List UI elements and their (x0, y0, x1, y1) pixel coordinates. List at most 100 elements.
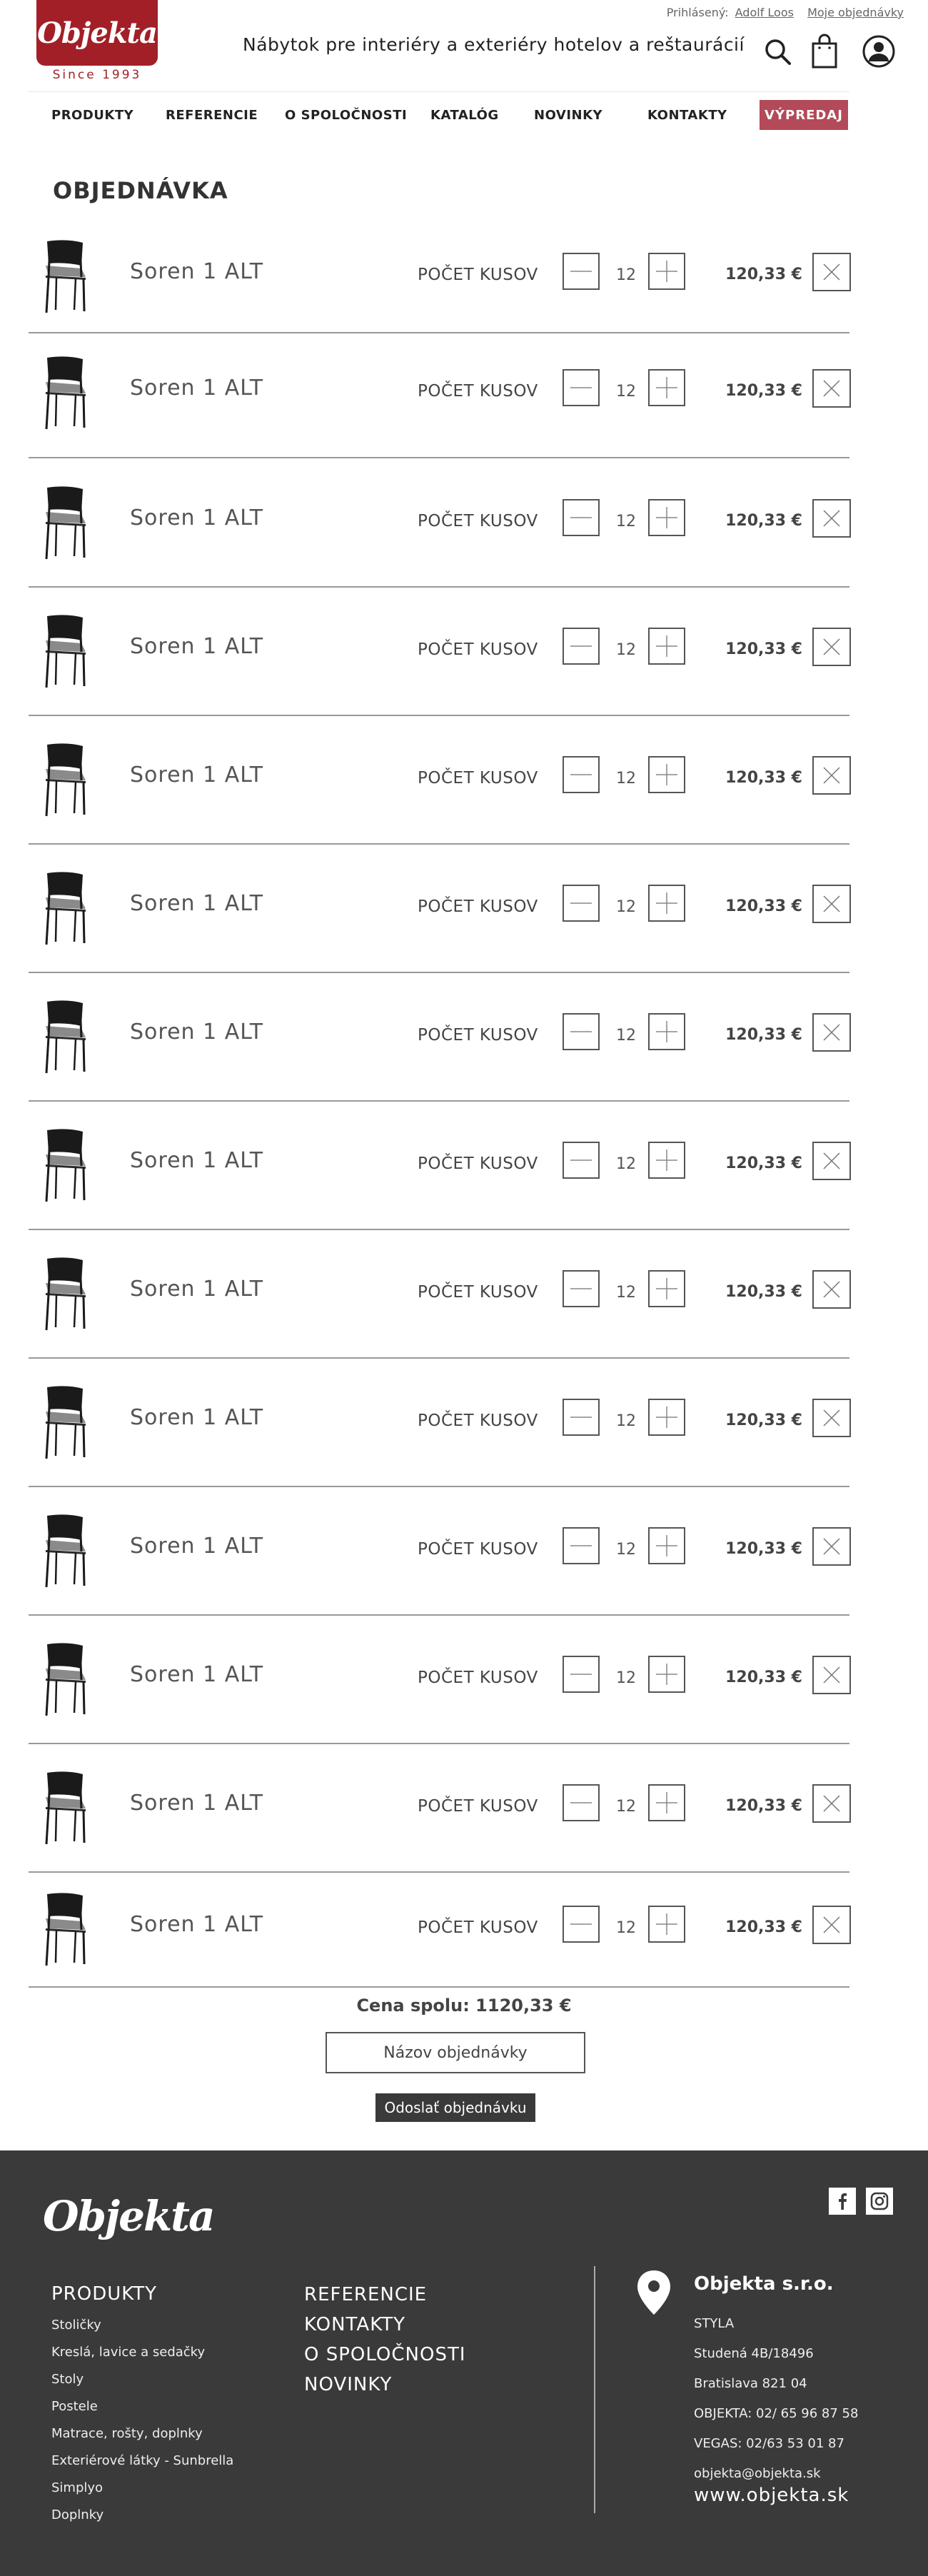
cart-icon[interactable] (807, 31, 842, 71)
product-name[interactable]: Soren 1 ALT (130, 1020, 263, 1045)
quantity-value[interactable]: 12 (605, 641, 647, 659)
product-name[interactable]: Soren 1 ALT (130, 505, 263, 530)
quantity-decrease-button[interactable] (563, 756, 600, 793)
quantity-decrease-button[interactable] (563, 1656, 600, 1693)
submit-order-button[interactable]: Odoslať objednávku (375, 2093, 535, 2122)
product-name[interactable]: Soren 1 ALT (130, 1791, 263, 1816)
quantity-value[interactable]: 12 (605, 1669, 647, 1687)
remove-item-button[interactable] (812, 1013, 851, 1052)
quantity-increase-button[interactable] (648, 1527, 685, 1564)
quantity-decrease-button[interactable] (563, 1013, 600, 1050)
quantity-value[interactable]: 12 (605, 770, 647, 788)
quantity-value[interactable]: 12 (605, 1027, 647, 1045)
footer-products-title[interactable]: PRODUKTY (51, 2283, 157, 2305)
footer-product-link[interactable]: Kreslá, lavice a sedačky (51, 2339, 233, 2366)
quantity-increase-button[interactable] (648, 1906, 685, 1943)
quantity-increase-button[interactable] (648, 369, 685, 406)
footer-product-link[interactable]: Exteriérové látky - Sunbrella (51, 2447, 233, 2475)
nav-item-vypredaj[interactable]: VÝPREDAJ (760, 100, 848, 130)
quantity-decrease-button[interactable] (563, 1527, 600, 1564)
footer-product-link[interactable]: Stoličky (51, 2312, 233, 2339)
quantity-value[interactable]: 12 (605, 1155, 647, 1173)
quantity-decrease-button[interactable] (563, 1142, 600, 1179)
footer-product-link[interactable]: Postele (51, 2393, 233, 2420)
quantity-value[interactable]: 12 (605, 1798, 647, 1816)
footer-logo[interactable]: Objekta (43, 2192, 216, 2240)
quantity-increase-button[interactable] (648, 756, 685, 793)
quantity-increase-button[interactable] (648, 885, 685, 922)
quantity-decrease-button[interactable] (563, 885, 600, 922)
nav-item-referencie[interactable]: REFERENCIE (166, 108, 258, 123)
quantity-value[interactable]: 12 (605, 1541, 647, 1559)
footer-link-kontakty[interactable]: KONTAKTY (304, 2310, 466, 2340)
product-name[interactable]: Soren 1 ALT (130, 259, 263, 284)
quantity-decrease-button[interactable] (563, 628, 600, 665)
remove-item-button[interactable] (812, 253, 851, 291)
quantity-decrease-button[interactable] (563, 1784, 600, 1821)
remove-item-button[interactable] (812, 1784, 851, 1823)
footer-link-o-spolocnosti[interactable]: O SPOLOČNOSTI (304, 2340, 466, 2370)
product-name[interactable]: Soren 1 ALT (130, 1662, 263, 1687)
user-icon[interactable] (861, 31, 897, 71)
remove-item-button[interactable] (812, 756, 851, 795)
quantity-increase-button[interactable] (648, 253, 685, 290)
quantity-value[interactable]: 12 (605, 383, 647, 401)
quantity-value[interactable]: 12 (605, 898, 647, 916)
product-name[interactable]: Soren 1 ALT (130, 1277, 263, 1302)
logo[interactable]: Objekta Since 1993 (36, 0, 158, 87)
facebook-icon[interactable] (829, 2188, 856, 2215)
quantity-increase-button[interactable] (648, 628, 685, 665)
remove-item-button[interactable] (812, 1906, 851, 1944)
footer-product-link[interactable]: Matrace, rošty, doplnky (51, 2420, 233, 2447)
footer-link-novinky[interactable]: NOVINKY (304, 2370, 466, 2400)
remove-item-button[interactable] (812, 628, 851, 666)
quantity-decrease-button[interactable] (563, 499, 600, 536)
product-name[interactable]: Soren 1 ALT (130, 376, 263, 401)
remove-item-button[interactable] (812, 499, 851, 538)
quantity-decrease-button[interactable] (563, 253, 600, 290)
quantity-value[interactable]: 12 (605, 266, 647, 284)
quantity-increase-button[interactable] (648, 1784, 685, 1821)
my-orders-link[interactable]: Moje objednávky (807, 6, 904, 19)
nav-item-novinky[interactable]: NOVINKY (534, 108, 602, 123)
product-name[interactable]: Soren 1 ALT (130, 634, 263, 659)
footer-product-link[interactable]: Simplyo (51, 2475, 233, 2502)
product-name[interactable]: Soren 1 ALT (130, 1148, 263, 1173)
product-name[interactable]: Soren 1 ALT (130, 1534, 263, 1559)
quantity-increase-button[interactable] (648, 1013, 685, 1050)
remove-item-button[interactable] (812, 885, 851, 923)
remove-item-button[interactable] (812, 1656, 851, 1694)
remove-item-button[interactable] (812, 369, 851, 408)
product-name[interactable]: Soren 1 ALT (130, 891, 263, 916)
nav-item-kontakty[interactable]: KONTAKTY (647, 108, 727, 123)
nav-item-produkty[interactable]: PRODUKTY (51, 108, 133, 123)
remove-item-button[interactable] (812, 1399, 851, 1437)
quantity-increase-button[interactable] (648, 1142, 685, 1179)
quantity-decrease-button[interactable] (563, 369, 600, 406)
quantity-value[interactable]: 12 (605, 513, 647, 530)
quantity-value[interactable]: 12 (605, 1919, 647, 1937)
nav-item-katalog[interactable]: KATALÓG (430, 108, 499, 123)
instagram-icon[interactable] (866, 2188, 893, 2215)
remove-item-button[interactable] (812, 1527, 851, 1566)
search-icon[interactable] (760, 31, 795, 71)
footer-product-link[interactable]: Doplnky (51, 2502, 233, 2529)
quantity-value[interactable]: 12 (605, 1284, 647, 1302)
product-name[interactable]: Soren 1 ALT (130, 763, 263, 788)
quantity-increase-button[interactable] (648, 1270, 685, 1307)
remove-item-button[interactable] (812, 1270, 851, 1309)
quantity-value[interactable]: 12 (605, 1412, 647, 1430)
footer-website-link[interactable]: www.objekta.sk (694, 2485, 849, 2506)
footer-product-link[interactable]: Stoly (51, 2366, 233, 2393)
remove-item-button[interactable] (812, 1142, 851, 1180)
user-name-link[interactable]: Adolf Loos (735, 6, 794, 19)
quantity-increase-button[interactable] (648, 1399, 685, 1436)
nav-item-o-spolocnosti[interactable]: O SPOLOČNOSTI (285, 108, 407, 123)
footer-link-referencie[interactable]: REFERENCIE (304, 2280, 466, 2310)
quantity-decrease-button[interactable] (563, 1906, 600, 1943)
quantity-increase-button[interactable] (648, 1656, 685, 1693)
footer-phone-objekta[interactable]: OBJEKTA: 02/ 65 96 87 58 (694, 2399, 858, 2429)
quantity-decrease-button[interactable] (563, 1270, 600, 1307)
product-name[interactable]: Soren 1 ALT (130, 1405, 263, 1430)
footer-phone-vegas[interactable]: VEGAS: 02/63 53 01 87 (694, 2429, 858, 2459)
